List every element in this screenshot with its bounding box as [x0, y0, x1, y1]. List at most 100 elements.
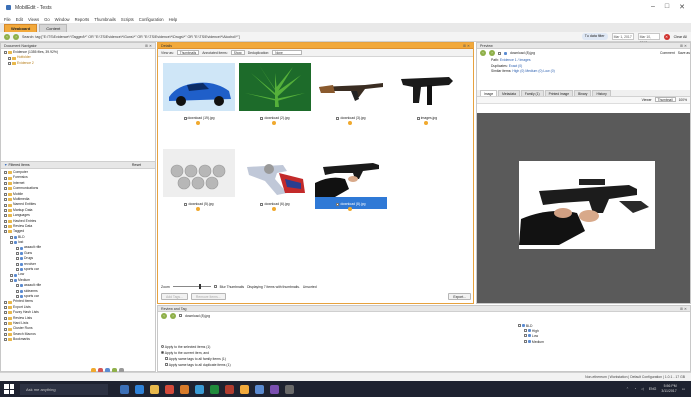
- remove-items-button[interactable]: Remove Items...: [190, 293, 226, 300]
- thumbnail-item[interactable]: download (6).jpg: [239, 149, 311, 211]
- close-button[interactable]: ✕: [679, 3, 685, 11]
- similar-links[interactable]: High (0) Medium (0) Low (0): [512, 69, 554, 73]
- tab-content[interactable]: Content: [39, 24, 68, 32]
- checkbox[interactable]: [16, 289, 19, 293]
- tag-tree-item[interactable]: Low: [532, 334, 538, 338]
- preview-checkbox[interactable]: [498, 51, 501, 55]
- checkbox[interactable]: [16, 252, 19, 256]
- checkbox[interactable]: [524, 339, 527, 343]
- save-as-button[interactable]: Save as: [678, 51, 690, 55]
- pin-icon[interactable]: ⊞ ✕: [145, 43, 152, 49]
- thumbnail-item[interactable]: download (5).jpg: [163, 149, 235, 211]
- menu-views[interactable]: Views: [28, 17, 39, 22]
- thumbnail-checkbox[interactable]: [416, 116, 420, 120]
- excel-icon[interactable]: [210, 384, 219, 394]
- radio-selected-items[interactable]: [161, 345, 164, 348]
- rating-star-icon[interactable]: [348, 121, 352, 125]
- checkbox[interactable]: [524, 334, 527, 338]
- app-icon[interactable]: [195, 384, 204, 394]
- date-filter-pill[interactable]: Tu data filter: [581, 33, 608, 40]
- menu-file[interactable]: File: [4, 17, 11, 22]
- checkbox[interactable]: [4, 187, 7, 191]
- thumbnail-item[interactable]: images.jpg: [391, 63, 463, 125]
- checkbox[interactable]: [4, 214, 7, 218]
- annotated-select[interactable]: Show: [230, 50, 245, 55]
- checkbox[interactable]: [4, 322, 7, 326]
- menu-edit[interactable]: Edit: [16, 17, 23, 22]
- forward-arrow-icon[interactable]: ›: [489, 50, 495, 56]
- rating-star-icon[interactable]: [272, 121, 276, 125]
- start-button[interactable]: [4, 384, 14, 394]
- checkbox[interactable]: [10, 235, 13, 239]
- checkbox[interactable]: [8, 61, 11, 65]
- minimize-button[interactable]: –: [651, 3, 655, 11]
- zoom-slider[interactable]: [172, 284, 211, 289]
- checkbox[interactable]: [4, 181, 7, 185]
- onenote-icon[interactable]: [270, 384, 279, 394]
- reset-filters-button[interactable]: Reset: [132, 162, 141, 169]
- mobiledit-icon[interactable]: [240, 384, 249, 394]
- chrome-icon[interactable]: [165, 384, 174, 394]
- search-query-text[interactable]: Search: tag:["E:\TS\Evidence\*\Tagged\*"…: [22, 35, 352, 39]
- network-icon[interactable]: ◔: [634, 387, 636, 391]
- checkbox[interactable]: [16, 257, 19, 261]
- thumbnail-item[interactable]: download (3).jpg: [315, 63, 387, 125]
- pin-icon[interactable]: ⊞ ✕: [680, 306, 687, 312]
- image-viewer[interactable]: [477, 113, 690, 303]
- clock[interactable]: 5:56 PM 3/11/2017: [661, 384, 676, 393]
- dedup-select[interactable]: None: [272, 50, 303, 55]
- thumbnail-item[interactable]: download (2).jpg: [239, 63, 311, 125]
- thumbnail-checkbox[interactable]: [336, 202, 340, 206]
- menu-thumbnails[interactable]: Thumbnails: [94, 17, 116, 22]
- rating-star-icon[interactable]: [348, 207, 352, 211]
- checkbox[interactable]: [4, 316, 7, 320]
- menu-scripts[interactable]: Scripts: [121, 17, 134, 22]
- tree-row[interactable]: Evidence 2: [4, 61, 152, 66]
- pin-icon[interactable]: ⊞ ✕: [680, 43, 687, 49]
- add-tags-button[interactable]: Add Tags...: [161, 293, 188, 300]
- zoom-value[interactable]: 100%: [679, 98, 687, 102]
- menu-configuration[interactable]: Configuration: [139, 17, 164, 22]
- checkbox[interactable]: [10, 273, 13, 277]
- radio-current-item[interactable]: [161, 351, 164, 354]
- thumbnail-item[interactable]: download (19).jpg: [163, 63, 235, 125]
- tab-weaboard[interactable]: Weaboard: [4, 24, 38, 32]
- checkbox[interactable]: [4, 176, 7, 180]
- checkbox[interactable]: [16, 246, 19, 250]
- checkbox[interactable]: [4, 192, 7, 196]
- checkbox[interactable]: [4, 171, 7, 175]
- duplicates-link[interactable]: Exact (0): [509, 64, 523, 68]
- back-arrow-icon[interactable]: ‹: [480, 50, 486, 56]
- checkbox[interactable]: [16, 262, 19, 266]
- tab-metadata[interactable]: Metadata: [498, 89, 520, 96]
- tab-family[interactable]: Family (1): [520, 89, 544, 96]
- checkbox[interactable]: [10, 279, 13, 282]
- rating-star-icon[interactable]: [196, 121, 200, 125]
- tag-tree-item[interactable]: High: [532, 329, 539, 333]
- edge-icon[interactable]: [135, 384, 144, 394]
- taskbar-search[interactable]: Ask me anything: [20, 383, 108, 395]
- back-arrow-icon[interactable]: ‹: [4, 33, 10, 40]
- powerpoint-icon[interactable]: [225, 384, 234, 394]
- volume-icon[interactable]: ◁: [641, 387, 644, 391]
- maximize-button[interactable]: □: [665, 3, 669, 11]
- duplicates-checkbox[interactable]: [165, 363, 168, 366]
- tab-image[interactable]: Image: [480, 89, 498, 96]
- menu-help[interactable]: Help: [169, 17, 178, 22]
- thumbnail-checkbox[interactable]: [260, 116, 264, 120]
- checkbox[interactable]: [4, 230, 7, 234]
- rating-star-icon[interactable]: [272, 207, 276, 211]
- thumbnail-item[interactable]: download (8).jpg: [315, 149, 387, 211]
- settings-icon[interactable]: [285, 384, 294, 394]
- rating-star-icon[interactable]: [424, 121, 428, 125]
- date-from-field[interactable]: Mar 1, 2017: [611, 33, 634, 40]
- thumbnail-checkbox[interactable]: [260, 202, 264, 206]
- menu-reports[interactable]: Reports: [75, 17, 90, 22]
- checkbox[interactable]: [4, 327, 7, 331]
- tag-tree-item[interactable]: Medium: [532, 340, 544, 344]
- checkbox[interactable]: [4, 300, 7, 304]
- forward-arrow-icon[interactable]: ›: [170, 312, 176, 319]
- checkbox[interactable]: [10, 241, 13, 245]
- tab-printed-image[interactable]: Printed Image: [544, 89, 574, 96]
- checkbox[interactable]: [4, 51, 7, 55]
